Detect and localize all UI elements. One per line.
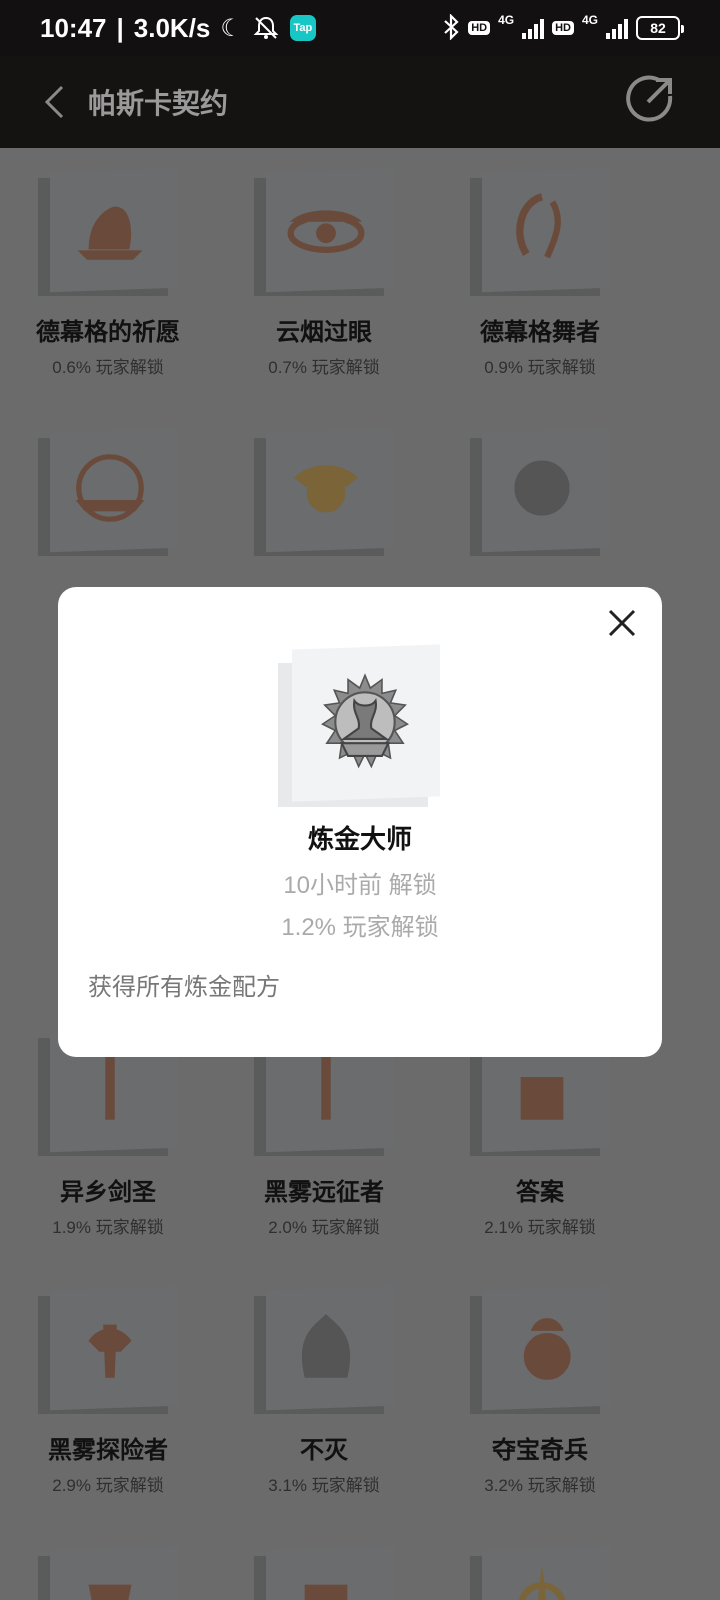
status-speed: 3.0K/s xyxy=(133,12,211,43)
achievement-item[interactable]: 云烟过眼 0.7% 玩家解锁 xyxy=(224,167,424,378)
achievement-name: 黑雾远征者 xyxy=(264,1179,384,1206)
battery-icon: 82 xyxy=(636,16,684,40)
achievement-item[interactable]: 黑雾远征者 2.0% 玩家解锁 xyxy=(224,1027,424,1238)
achievement-badge xyxy=(470,427,610,556)
achievement-item[interactable] xyxy=(224,427,424,556)
mute-bell-icon xyxy=(252,15,280,41)
close-icon xyxy=(608,609,636,637)
achievement-unlock-percentage: 1.9% 玩家解锁 xyxy=(52,1218,164,1237)
achievement-item[interactable]: 德幕格的祈愿 0.6% 玩家解锁 xyxy=(8,167,208,378)
achievement-unlock-percentage: 2.0% 玩家解锁 xyxy=(268,1218,380,1237)
achievement-item[interactable] xyxy=(8,1545,208,1600)
signal-icon-1 xyxy=(522,17,545,39)
achievement-name: 德幕格的祈愿 xyxy=(36,319,180,346)
achievement-badge xyxy=(278,644,444,807)
achievement-item[interactable]: 夺宝奇兵 3.2% 玩家解锁 xyxy=(440,1285,640,1496)
status-right: HD 4G HD 4G 82 xyxy=(442,12,684,43)
achievement-badge xyxy=(254,427,394,556)
achievement-emblem-icon xyxy=(77,206,143,260)
achievement-item[interactable]: 不灭 3.1% 玩家解锁 xyxy=(224,1285,424,1496)
signal-icon-2 xyxy=(606,17,628,39)
nav-bar: 帕斯卡契约 xyxy=(0,56,720,148)
achievement-name: 黑雾探险者 xyxy=(48,1437,168,1464)
tap-app-icon: Tap xyxy=(289,15,316,41)
hd-badge-2: HD xyxy=(552,21,574,35)
achievement-emblem-icon xyxy=(294,465,358,513)
achievement-unlock-percentage: 0.6% 玩家解锁 xyxy=(52,358,164,377)
status-time: 10:47 xyxy=(40,12,107,43)
achievement-name: 夺宝奇兵 xyxy=(492,1437,588,1464)
hd-badge-1: HD xyxy=(468,21,491,35)
achievement-item[interactable]: 德幕格舞者 0.9% 玩家解锁 xyxy=(440,167,640,378)
achievement-name: 德幕格舞者 xyxy=(480,319,600,346)
close-button[interactable] xyxy=(602,603,642,643)
achievement-badge xyxy=(254,1285,394,1414)
achievement-name: 云烟过眼 xyxy=(276,319,372,346)
achievement-item[interactable] xyxy=(440,1545,640,1600)
achievement-emblem-icon xyxy=(514,460,570,516)
alchemist-emblem-icon xyxy=(321,673,409,769)
achievement-unlock-percentage: 3.2% 玩家解锁 xyxy=(484,1476,596,1495)
modal-title: 炼金大师 xyxy=(307,824,412,854)
achievement-badge xyxy=(38,427,178,556)
achievement-emblem-icon xyxy=(88,1324,132,1378)
achievement-item[interactable]: 异乡剑圣 1.9% 玩家解锁 xyxy=(8,1027,208,1238)
achievement-emblem-icon xyxy=(301,1314,351,1378)
achievement-unlock-percentage: 2.9% 玩家解锁 xyxy=(52,1476,164,1495)
achievement-item[interactable]: 黑雾探险者 2.9% 玩家解锁 xyxy=(8,1285,208,1496)
achievement-badge xyxy=(254,1545,394,1600)
achievement-item[interactable] xyxy=(8,427,208,556)
network-type-1: 4G xyxy=(498,13,515,27)
achievement-unlock-percentage: 0.7% 玩家解锁 xyxy=(268,358,380,377)
bluetooth-icon xyxy=(442,12,460,43)
achievement-badge xyxy=(38,1285,178,1414)
unlock-percentage: 1.2% 玩家解锁 xyxy=(281,914,439,941)
achievement-emblem-icon xyxy=(518,1568,566,1600)
achievement-unlock-percentage: 2.1% 玩家解锁 xyxy=(484,1218,596,1237)
chevron-left-icon xyxy=(44,85,64,119)
achievement-name: 不灭 xyxy=(300,1437,348,1464)
achievement-badge xyxy=(470,1545,610,1600)
back-button[interactable] xyxy=(36,77,72,127)
share-button[interactable] xyxy=(626,74,676,124)
status-left: 10:47 | 3.0K/s ☾ Tap xyxy=(40,13,316,44)
network-type-2: 4G xyxy=(581,13,598,27)
achievement-emblem-icon xyxy=(88,1584,132,1600)
achievement-badge xyxy=(38,167,178,296)
achievement-badge xyxy=(470,167,610,296)
achievement-emblem-icon xyxy=(287,210,365,253)
unlock-time: 10小时前 解锁 xyxy=(283,872,437,899)
achievement-badge xyxy=(470,1285,610,1414)
status-divider: | xyxy=(116,12,124,43)
achievement-badge xyxy=(254,167,394,296)
achievement-detail-modal: 炼金大师 10小时前 解锁 1.2% 玩家解锁 获得所有炼金配方 xyxy=(58,587,662,1057)
achievement-emblem-icon xyxy=(304,1584,348,1600)
achievement-emblem-icon xyxy=(75,454,145,522)
share-icon xyxy=(626,75,673,122)
status-bar: 10:47 | 3.0K/s ☾ Tap HD 4G HD 4G 82 xyxy=(0,0,720,56)
page-title: 帕斯卡契约 xyxy=(88,88,229,119)
achievement-emblem-icon xyxy=(523,1318,571,1380)
achievement-unlock-percentage: 0.9% 玩家解锁 xyxy=(484,358,596,377)
achievement-item[interactable] xyxy=(440,427,640,556)
achievement-badge xyxy=(38,1545,178,1600)
achievement-item[interactable] xyxy=(224,1545,424,1600)
achievement-name: 异乡剑圣 xyxy=(60,1179,156,1206)
moon-icon: ☾ xyxy=(220,14,242,42)
achievement-unlock-percentage: 3.1% 玩家解锁 xyxy=(268,1476,380,1495)
achievement-item[interactable]: 答案 2.1% 玩家解锁 xyxy=(440,1027,640,1238)
achievement-description: 获得所有炼金配方 xyxy=(88,974,280,1001)
achievement-emblem-icon xyxy=(516,193,561,259)
achievement-name: 答案 xyxy=(516,1179,564,1206)
